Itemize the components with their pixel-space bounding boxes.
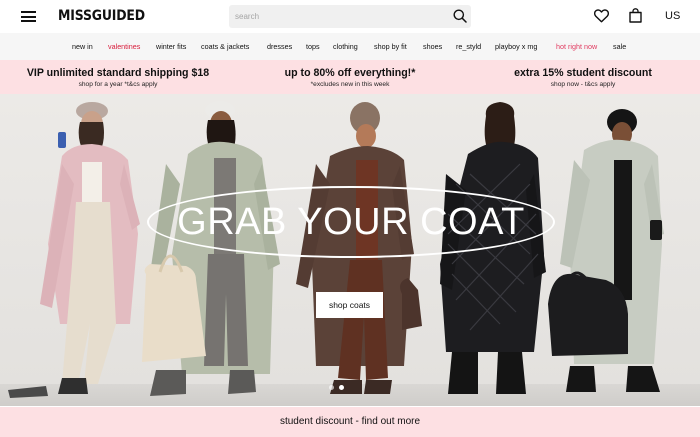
promo-shipping-subtitle: shop for a year *t&cs apply bbox=[78, 81, 158, 88]
nav-item-dresses[interactable]: dresses bbox=[267, 42, 292, 51]
search-icon[interactable] bbox=[453, 9, 467, 23]
heart-icon[interactable] bbox=[594, 9, 609, 23]
student-discount-label: student discount - find out more bbox=[279, 416, 421, 427]
promo-student-title: extra 15% student discount bbox=[514, 67, 652, 79]
promo-shipping[interactable]: VIP unlimited standard shipping $18 shop… bbox=[16, 67, 220, 88]
nav-item-tops[interactable]: tops bbox=[306, 42, 320, 51]
hamburger-menu-icon[interactable] bbox=[21, 11, 36, 22]
site-logo[interactable]: MISSGUIDED bbox=[58, 8, 145, 24]
nav-item-restyld[interactable]: re_styld bbox=[456, 42, 481, 51]
carousel-dot-2[interactable] bbox=[339, 385, 344, 390]
search-input[interactable] bbox=[235, 8, 445, 25]
search-bar bbox=[229, 5, 471, 28]
nav-item-clothing[interactable]: clothing bbox=[333, 42, 358, 51]
nav-item-coats-jackets[interactable]: coats & jackets bbox=[201, 42, 249, 51]
promo-sale[interactable]: up to 80% off everything!* *excludes new… bbox=[266, 67, 434, 88]
model-pink-coat bbox=[8, 102, 140, 398]
promo-student[interactable]: extra 15% student discount shop now - t&… bbox=[504, 67, 662, 88]
student-discount-banner[interactable]: student discount - find out more bbox=[0, 407, 700, 437]
nav-item-shoes[interactable]: shoes bbox=[423, 42, 442, 51]
carousel-dot-1[interactable] bbox=[329, 385, 334, 390]
promo-sale-title: up to 80% off everything!* bbox=[284, 67, 416, 79]
promo-shipping-title: VIP unlimited standard shipping $18 bbox=[26, 67, 210, 79]
shop-coats-button[interactable]: shop coats bbox=[316, 292, 383, 318]
hero-heading: GRAB YOUR COAT bbox=[177, 201, 525, 243]
hero-banner[interactable]: GRAB YOUR COAT shop coats bbox=[0, 94, 700, 406]
nav-item-hot-right-now[interactable]: hot right now bbox=[556, 42, 597, 51]
nav-item-new-in[interactable]: new in bbox=[72, 42, 93, 51]
nav-item-valentines[interactable]: valentines bbox=[108, 42, 140, 51]
promo-student-subtitle: shop now - t&cs apply bbox=[550, 81, 616, 88]
model-mint-coat bbox=[548, 109, 664, 392]
nav-item-playboy-x-mg[interactable]: playboy x mg bbox=[495, 42, 537, 51]
category-nav: new in valentines winter fits coats & ja… bbox=[0, 33, 700, 60]
nav-item-winter-fits[interactable]: winter fits bbox=[156, 42, 186, 51]
nav-item-shop-by-fit[interactable]: shop by fit bbox=[374, 42, 407, 51]
bag-icon[interactable] bbox=[628, 8, 643, 23]
site-header: MISSGUIDED US bbox=[0, 0, 700, 33]
promo-sale-subtitle: *excludes new in this week bbox=[310, 81, 390, 88]
promo-strip: VIP unlimited standard shipping $18 shop… bbox=[0, 60, 700, 94]
region-selector[interactable]: US bbox=[665, 10, 680, 22]
nav-item-sale[interactable]: sale bbox=[613, 42, 626, 51]
